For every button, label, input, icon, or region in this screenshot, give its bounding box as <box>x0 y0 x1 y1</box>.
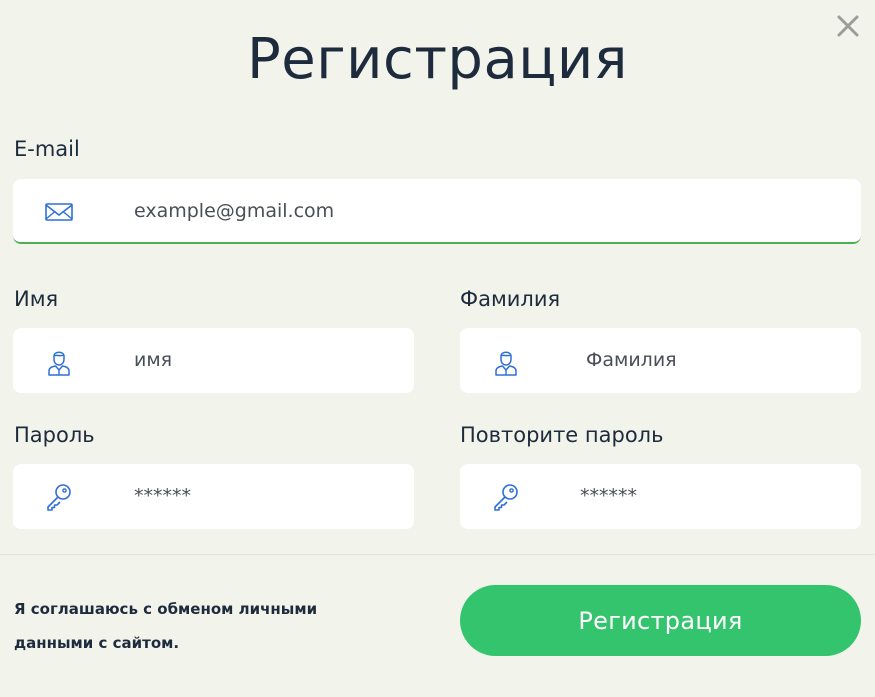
key-icon <box>47 484 71 511</box>
password-input[interactable] <box>134 464 394 527</box>
user-icon <box>495 351 517 376</box>
email-label: E-mail <box>14 137 80 161</box>
email-input[interactable] <box>134 179 834 242</box>
user-icon <box>48 351 70 376</box>
email-field-container <box>13 179 861 244</box>
register-button[interactable]: Регистрация <box>460 585 861 656</box>
divider <box>0 554 875 555</box>
password-repeat-field-container <box>460 464 861 529</box>
password-label: Пароль <box>14 423 95 447</box>
last-name-input[interactable] <box>586 328 841 391</box>
password-repeat-input[interactable] <box>580 464 840 527</box>
last-name-field-container <box>460 328 861 393</box>
key-icon <box>494 484 518 511</box>
envelope-icon <box>45 203 73 221</box>
last-name-label: Фамилия <box>460 287 561 311</box>
consent-text: Я соглашаюсь с обменом личными данными с… <box>14 600 318 652</box>
first-name-input[interactable] <box>134 328 394 391</box>
password-repeat-label: Повторите пароль <box>460 423 664 447</box>
password-field-container <box>13 464 414 529</box>
page-title: Регистрация <box>246 27 628 92</box>
first-name-field-container <box>13 328 414 393</box>
first-name-label: Имя <box>14 287 59 311</box>
